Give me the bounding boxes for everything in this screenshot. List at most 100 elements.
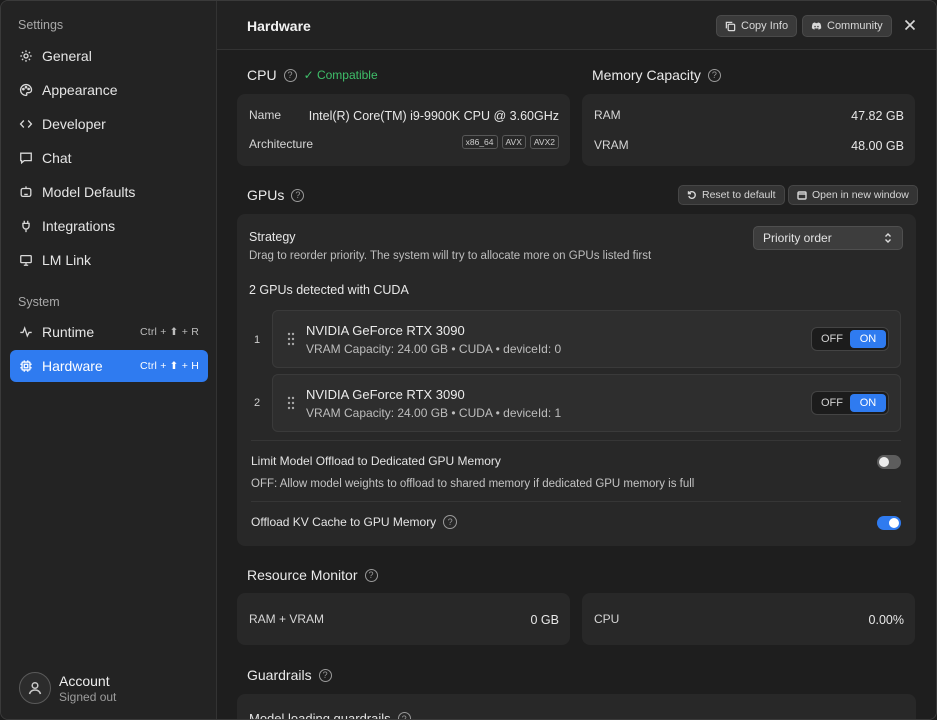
sidebar-item-appearance[interactable]: Appearance: [10, 74, 208, 106]
on-option[interactable]: ON: [850, 394, 886, 412]
gpu-details: VRAM Capacity: 24.00 GB • CUDA • deviceI…: [306, 406, 562, 420]
chat-icon: [19, 151, 33, 165]
sidebar-item-chat[interactable]: Chat: [10, 142, 208, 174]
strategy-value: Priority order: [763, 231, 832, 245]
limit-offload-toggle[interactable]: [877, 455, 901, 469]
account-name: Account: [59, 672, 110, 689]
ram-vram-value: 0 GB: [530, 613, 560, 627]
vram-value: 48.00 GB: [851, 139, 904, 153]
arch-chip: x86_64: [461, 135, 498, 149]
kv-cache-toggle[interactable]: [877, 516, 901, 530]
help-icon[interactable]: ?: [318, 668, 332, 682]
arch-chips: x86_64 AVX AVX2: [458, 135, 559, 149]
model-loading-label: Model loading guardrails: [249, 711, 391, 720]
sidebar-item-general[interactable]: General: [10, 40, 208, 72]
help-icon[interactable]: ?: [364, 568, 378, 582]
sidebar-item-label: Chat: [42, 150, 72, 166]
sidebar-item-label: Runtime: [42, 324, 95, 340]
help-icon[interactable]: ?: [283, 68, 297, 82]
account-status: Signed out: [59, 689, 117, 704]
gpu-index: 1: [254, 334, 261, 346]
page-title: Hardware: [247, 18, 311, 34]
cpu-name-value: Intel(R) Core(TM) i9-9900K CPU @ 3.60GHz: [308, 109, 559, 123]
off-option[interactable]: OFF: [814, 394, 850, 412]
help-icon[interactable]: ?: [397, 712, 411, 719]
cpu-usage-value: 0.00%: [868, 613, 904, 627]
open-window-label: Open in new window: [812, 189, 909, 201]
divider: [251, 501, 901, 502]
model-icon: [19, 185, 33, 199]
shortcut-label: Ctrl + ⬆ + R: [139, 326, 199, 338]
gear-icon: [19, 49, 33, 63]
sidebar-item-model-defaults[interactable]: Model Defaults: [10, 176, 208, 208]
account-button[interactable]: Account Signed out: [19, 672, 116, 704]
discord-icon: [811, 21, 822, 32]
sidebar-item-label: Developer: [42, 116, 106, 132]
gpu-name: NVIDIA GeForce RTX 3090: [306, 323, 465, 338]
help-icon[interactable]: ?: [443, 515, 458, 529]
gpus-section-title: GPUs ?: [247, 187, 305, 203]
help-icon[interactable]: ?: [707, 68, 721, 82]
strategy-description: Drag to reorder priority. The system wil…: [249, 250, 652, 262]
shortcut-label: Ctrl + ⬆ + H: [139, 360, 199, 372]
model-loading-row: Model loading guardrails ?: [249, 711, 411, 720]
memory-section-title: Memory Capacity ?: [592, 67, 721, 83]
gpus-title: GPUs: [247, 187, 285, 203]
sidebar: Settings General Appearance Developer Ch…: [1, 1, 217, 719]
app-window: Settings General Appearance Developer Ch…: [0, 0, 937, 720]
header-bar: Hardware Copy Info Community: [217, 1, 936, 50]
strategy-label: Strategy: [249, 230, 296, 244]
chip-icon: [19, 359, 33, 373]
gpu-index: 2: [254, 397, 261, 409]
strategy-select[interactable]: Priority order: [753, 226, 903, 250]
community-label: Community: [827, 20, 883, 32]
kv-cache-row: Offload KV Cache to GPU Memory ?: [251, 515, 458, 529]
cpu-name-label: Name: [249, 108, 282, 122]
divider: [251, 440, 901, 441]
gpu-row[interactable]: NVIDIA GeForce RTX 3090 VRAM Capacity: 2…: [272, 310, 901, 368]
settings-heading: Settings: [18, 18, 64, 32]
ram-vram-label: RAM + VRAM: [249, 612, 325, 626]
sidebar-item-lm-link[interactable]: LM Link: [10, 244, 208, 276]
drag-handle-icon[interactable]: [287, 396, 295, 410]
cpu-section-title: CPU ? ✓ Compatible: [247, 67, 378, 83]
memory-card: RAM 47.82 GB VRAM 48.00 GB: [582, 94, 915, 166]
sidebar-item-hardware[interactable]: Hardware Ctrl + ⬆ + H: [10, 350, 208, 382]
gpu-details: VRAM Capacity: 24.00 GB • CUDA • deviceI…: [306, 342, 562, 356]
gpus-detected-label: 2 GPUs detected with CUDA: [249, 283, 409, 297]
open-new-window-button[interactable]: Open in new window: [788, 185, 918, 205]
cpu-card: Name Intel(R) Core(TM) i9-9900K CPU @ 3.…: [237, 94, 570, 166]
community-button[interactable]: Community: [802, 15, 892, 37]
sidebar-item-developer[interactable]: Developer: [10, 108, 208, 140]
reset-icon: [687, 190, 697, 200]
reset-label: Reset to default: [702, 189, 776, 201]
gpu-on-off-toggle[interactable]: OFF ON: [811, 327, 889, 351]
cpu-usage-card: CPU 0.00%: [582, 593, 915, 645]
memory-title: Memory Capacity: [592, 67, 701, 83]
reset-default-button[interactable]: Reset to default: [678, 185, 785, 205]
on-option[interactable]: ON: [850, 330, 886, 348]
off-option[interactable]: OFF: [814, 330, 850, 348]
sidebar-item-label: Integrations: [42, 218, 116, 234]
palette-icon: [19, 83, 33, 97]
chevron-updown-icon: [883, 232, 893, 244]
sidebar-item-label: Hardware: [42, 358, 103, 374]
sidebar-item-integrations[interactable]: Integrations: [10, 210, 208, 242]
help-icon[interactable]: ?: [291, 188, 305, 202]
limit-offload-description: OFF: Allow model weights to offload to s…: [251, 478, 695, 490]
sidebar-item-runtime[interactable]: Runtime Ctrl + ⬆ + R: [10, 316, 208, 348]
sidebar-item-label: Model Defaults: [42, 184, 136, 200]
copy-info-label: Copy Info: [741, 20, 789, 32]
resource-monitor-title: Resource Monitor ?: [247, 567, 378, 583]
plug-icon: [19, 219, 33, 233]
copy-info-button[interactable]: Copy Info: [716, 15, 798, 37]
gpu-row[interactable]: NVIDIA GeForce RTX 3090 VRAM Capacity: 2…: [272, 374, 901, 432]
main-panel: Hardware Copy Info Community CPU ? ✓ Com…: [217, 1, 936, 720]
arch-chip: AVX: [501, 135, 526, 149]
gpu-on-off-toggle[interactable]: OFF ON: [811, 391, 889, 415]
close-icon[interactable]: [901, 16, 919, 34]
code-icon: [19, 117, 33, 131]
sidebar-item-label: Appearance: [42, 82, 118, 98]
resource-title: Resource Monitor: [247, 567, 358, 583]
drag-handle-icon[interactable]: [287, 332, 295, 346]
